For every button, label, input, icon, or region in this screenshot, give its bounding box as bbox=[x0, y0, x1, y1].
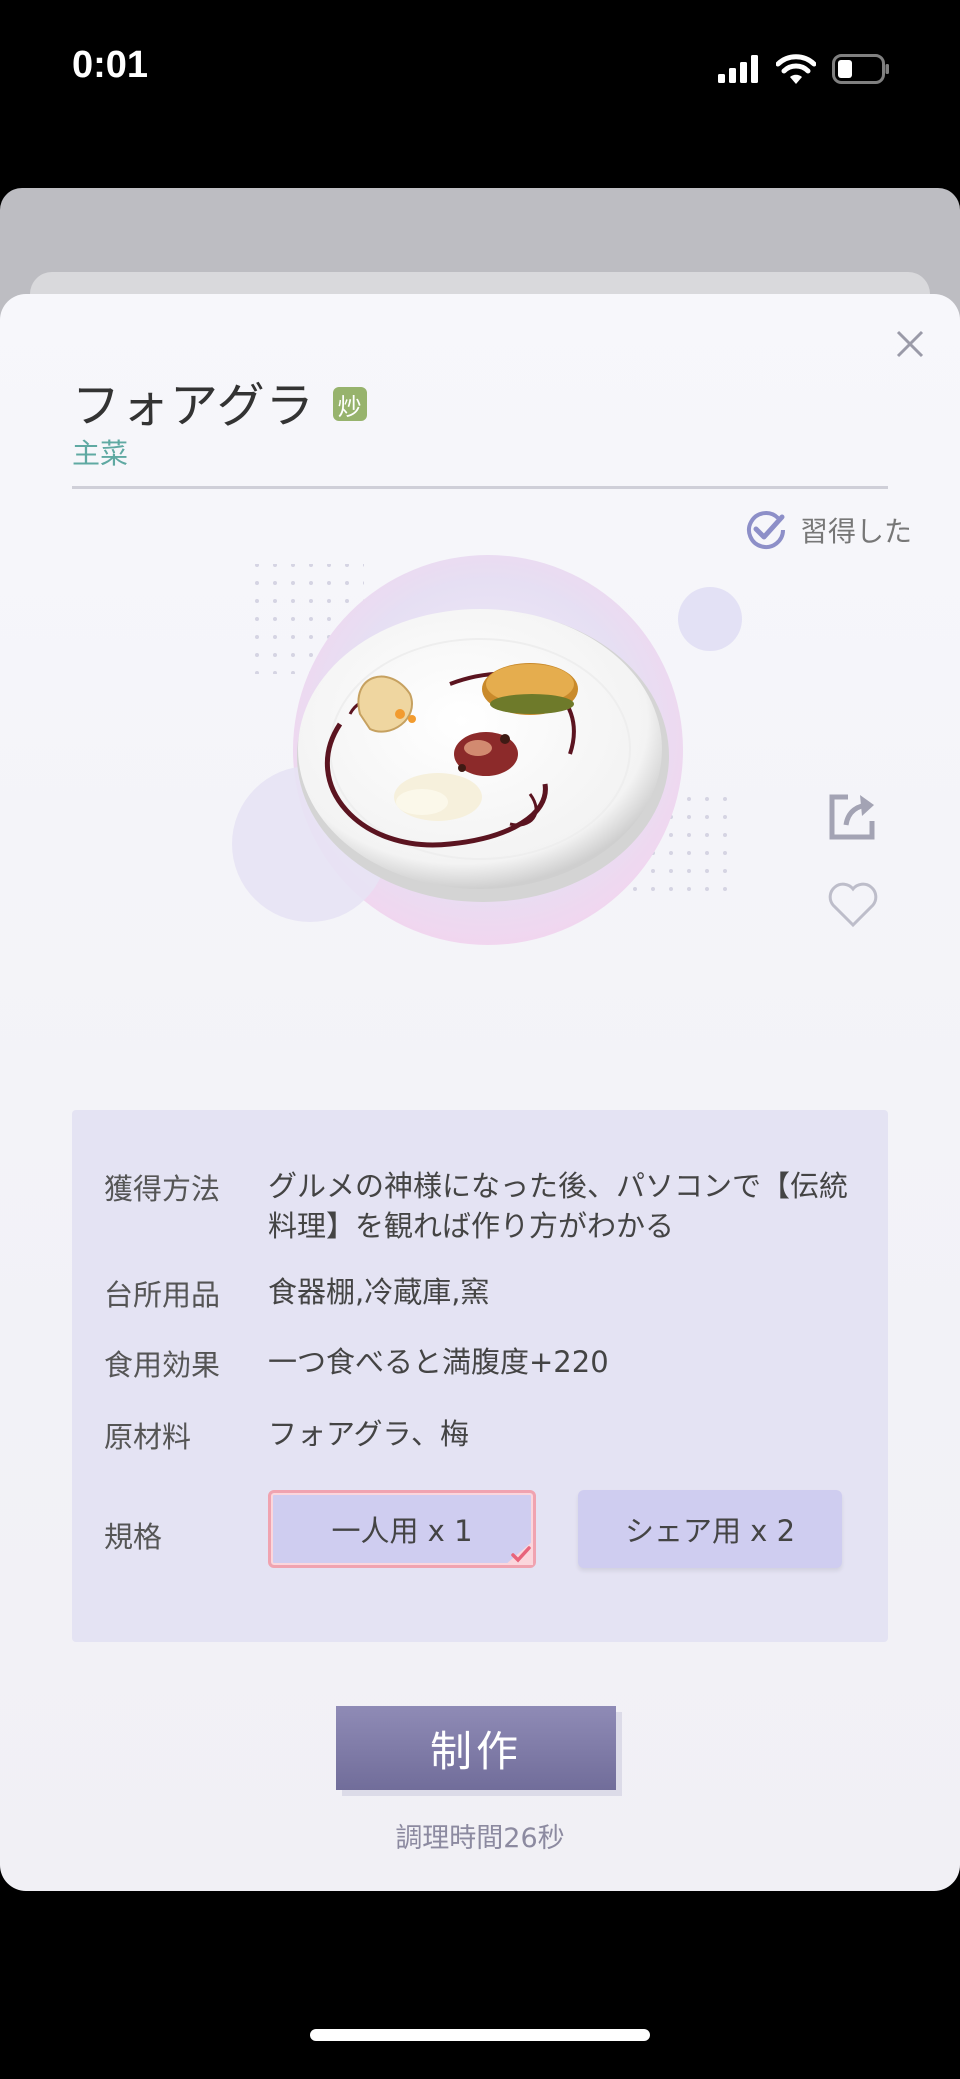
learned-label: 習得した bbox=[799, 515, 912, 548]
cook-time: 調理時間26秒 bbox=[395, 1823, 565, 1854]
spec-option-single[interactable]: 一人用 x 1 bbox=[268, 1490, 536, 1568]
info-label: 台所用品 bbox=[104, 1278, 221, 1312]
dish-title: フォアグラ bbox=[72, 378, 315, 434]
dish-illustration bbox=[232, 555, 742, 945]
share-icon[interactable] bbox=[826, 789, 880, 843]
signal-icon bbox=[718, 55, 758, 83]
make-button[interactable]: 制作 bbox=[336, 1706, 616, 1790]
heart-icon[interactable] bbox=[826, 879, 880, 929]
info-row-acquisition: 獲得方法 グルメの神様になった後、パソコンで【伝統料理】を観れば作り方がわかる bbox=[104, 1166, 868, 1246]
info-value: グルメの神様になった後、パソコンで【伝統料理】を観れば作り方がわかる bbox=[268, 1169, 849, 1243]
learned-status: 習得した bbox=[744, 508, 912, 552]
recipe-modal: フォアグラ 炒 主菜 習得した 獲得方法 グルメの神様になった後、パソコンで【伝… bbox=[0, 294, 960, 1891]
info-value: 食器棚,冷蔵庫,窯 bbox=[268, 1275, 490, 1309]
info-row-ingredients: 原材料 フォアグラ、梅 bbox=[104, 1414, 868, 1456]
info-label: 食用効果 bbox=[104, 1348, 221, 1382]
spec-option-label: シェア用 x 2 bbox=[624, 1514, 796, 1548]
close-icon[interactable] bbox=[888, 322, 932, 366]
spec-option-label: 一人用 x 1 bbox=[331, 1514, 473, 1548]
spec-option-share[interactable]: シェア用 x 2 bbox=[578, 1490, 842, 1568]
info-label: 原材料 bbox=[104, 1420, 192, 1454]
dish-category: 主菜 bbox=[72, 437, 129, 470]
info-row-kitchenware: 台所用品 食器棚,冷蔵庫,窯 bbox=[104, 1272, 868, 1314]
info-row-effect: 食用効果 一つ食べると満腹度+220 bbox=[104, 1342, 868, 1384]
cooking-method-badge: 炒 bbox=[332, 387, 367, 421]
info-value: 一つ食べると満腹度+220 bbox=[268, 1345, 609, 1379]
divider bbox=[72, 486, 888, 489]
checkmark-icon bbox=[505, 1541, 533, 1565]
recipe-info-panel: 獲得方法 グルメの神様になった後、パソコンで【伝統料理】を観れば作り方がわかる … bbox=[72, 1110, 888, 1642]
status-time: 0:01 bbox=[72, 44, 149, 86]
wifi-icon bbox=[776, 54, 816, 84]
home-indicator[interactable] bbox=[310, 2029, 650, 2041]
info-label: 獲得方法 bbox=[104, 1172, 221, 1206]
info-value: フォアグラ、梅 bbox=[268, 1417, 469, 1451]
spec-label: 規格 bbox=[104, 1520, 163, 1554]
battery-icon bbox=[832, 54, 889, 84]
title-row: フォアグラ 炒 bbox=[72, 366, 367, 436]
status-icons bbox=[718, 52, 890, 86]
